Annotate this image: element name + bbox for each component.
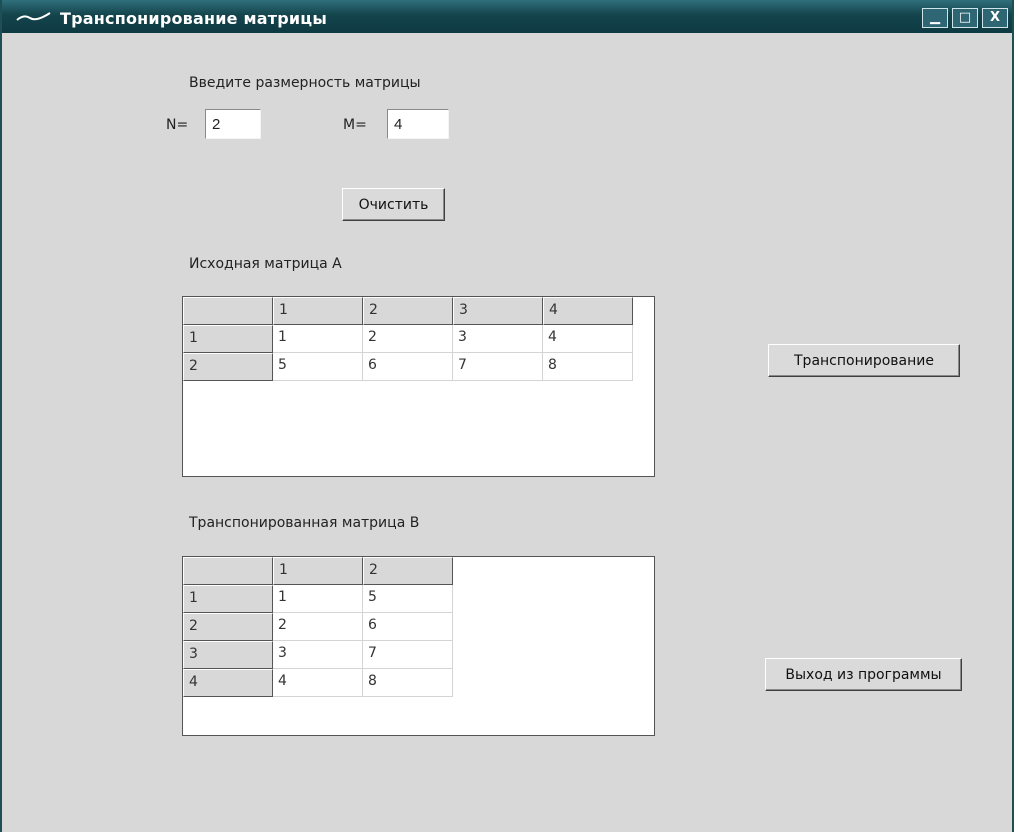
close-button[interactable]: X: [982, 8, 1008, 28]
window-title: Транспонирование матрицы: [60, 9, 328, 28]
matrix-b-cell[interactable]: 5: [363, 585, 453, 613]
matrix-b-row-header: 2: [183, 613, 273, 641]
matrix-b-cell[interactable]: 1: [273, 585, 363, 613]
matrix-b-row-header: 4: [183, 669, 273, 697]
title-bar[interactable]: Транспонирование матрицы ▁ □ X: [2, 0, 1012, 33]
matrix-b-col-header: 1: [273, 557, 363, 585]
matrix-b-cell[interactable]: 6: [363, 613, 453, 641]
matrix-b-label: Транспонированная матрица В: [189, 515, 420, 531]
dimension-prompt: Введите размерность матрицы: [189, 75, 421, 91]
matrix-a-grid[interactable]: 1 2 3 4 1 1 2 3 4 2 5 6 7 8: [182, 296, 655, 477]
matrix-b-col-header: 2: [363, 557, 453, 585]
matrix-b-row-header: 1: [183, 585, 273, 613]
transpose-button[interactable]: Транспонирование: [768, 344, 960, 377]
matrix-a-cell[interactable]: 1: [273, 325, 363, 353]
clear-button[interactable]: Очистить: [342, 188, 445, 221]
exit-button[interactable]: Выход из программы: [765, 658, 962, 691]
n-input[interactable]: [205, 109, 261, 139]
matrix-a-row-header: 2: [183, 353, 273, 381]
minimize-button[interactable]: ▁: [922, 8, 948, 28]
matrix-a-row-header: 1: [183, 325, 273, 353]
matrix-a-col-header: 1: [273, 297, 363, 325]
matrix-b-cell[interactable]: 7: [363, 641, 453, 669]
matrix-a-cell[interactable]: 7: [453, 353, 543, 381]
matrix-b-cell[interactable]: 4: [273, 669, 363, 697]
matrix-b-cell[interactable]: 3: [273, 641, 363, 669]
main-window: Транспонирование матрицы ▁ □ X Введите р…: [0, 0, 1014, 832]
matrix-b-cell[interactable]: 8: [363, 669, 453, 697]
matrix-a-cell[interactable]: 3: [453, 325, 543, 353]
matrix-a-label: Исходная матрица А: [189, 256, 342, 272]
matrix-a-cell[interactable]: 5: [273, 353, 363, 381]
n-label: N=: [166, 117, 189, 133]
matrix-b-grid[interactable]: 1 2 1 1 5 2 2 6 3 3 7 4 4 8: [182, 556, 655, 736]
matrix-a-cell[interactable]: 4: [543, 325, 633, 353]
matrix-a-corner: [183, 297, 273, 325]
m-label: M=: [343, 117, 367, 133]
matrix-a-cell[interactable]: 6: [363, 353, 453, 381]
m-input[interactable]: [387, 109, 449, 139]
matrix-a-col-header: 4: [543, 297, 633, 325]
maximize-button[interactable]: □: [952, 8, 978, 28]
matrix-b-corner: [183, 557, 273, 585]
matrix-a-cell[interactable]: 8: [543, 353, 633, 381]
matrix-a-col-header: 3: [453, 297, 543, 325]
matrix-a-cell[interactable]: 2: [363, 325, 453, 353]
matrix-b-row-header: 3: [183, 641, 273, 669]
matrix-a-col-header: 2: [363, 297, 453, 325]
app-icon: [16, 12, 51, 21]
matrix-b-cell[interactable]: 2: [273, 613, 363, 641]
